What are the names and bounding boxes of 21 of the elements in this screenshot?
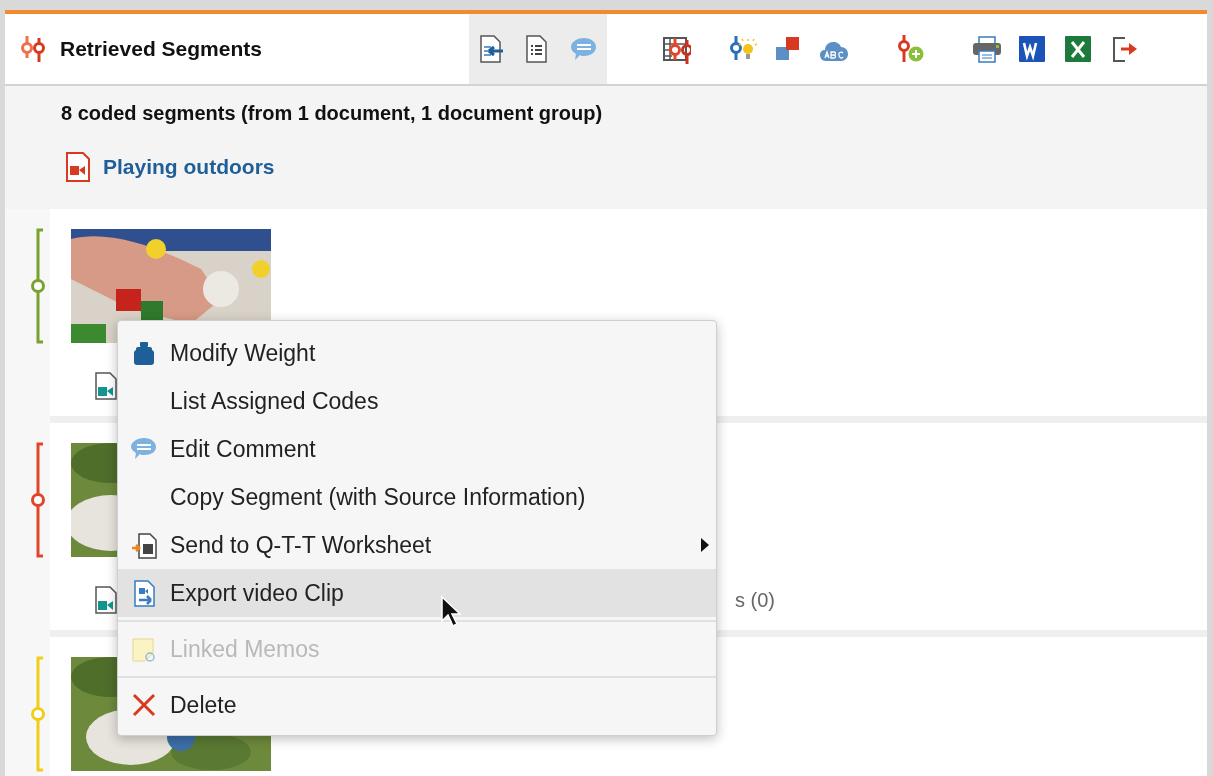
memo-icon xyxy=(130,635,158,663)
memo-count: s (0) xyxy=(735,588,775,612)
code-table-icon[interactable] xyxy=(660,34,691,64)
worksheet-icon xyxy=(130,531,158,559)
delete-icon xyxy=(130,691,158,719)
menu-item[interactable]: Delete xyxy=(118,681,716,729)
document-name[interactable]: Playing outdoors xyxy=(103,155,275,179)
video-document-icon xyxy=(65,151,91,183)
menu-item[interactable]: Modify Weight xyxy=(118,329,716,377)
menu-item[interactable]: Copy Segment (with Source Information) xyxy=(118,473,716,521)
menu-item[interactable]: List Assigned Codes xyxy=(118,377,716,425)
menu-item[interactable]: Edit Comment xyxy=(118,425,716,473)
menu-item[interactable]: Export video Clip xyxy=(118,569,716,617)
print-icon[interactable] xyxy=(970,34,1001,64)
word-icon[interactable] xyxy=(1016,34,1047,64)
excel-icon[interactable] xyxy=(1062,34,1093,64)
segment-count: 8 coded segments (from 1 document, 1 document group) xyxy=(61,102,604,125)
mouse-pointer-icon xyxy=(440,595,462,629)
window-title: Retrieved Segments xyxy=(60,37,262,61)
menu-item[interactable]: Send to Q-T-T Worksheet xyxy=(118,521,716,569)
code-icon xyxy=(18,34,48,64)
